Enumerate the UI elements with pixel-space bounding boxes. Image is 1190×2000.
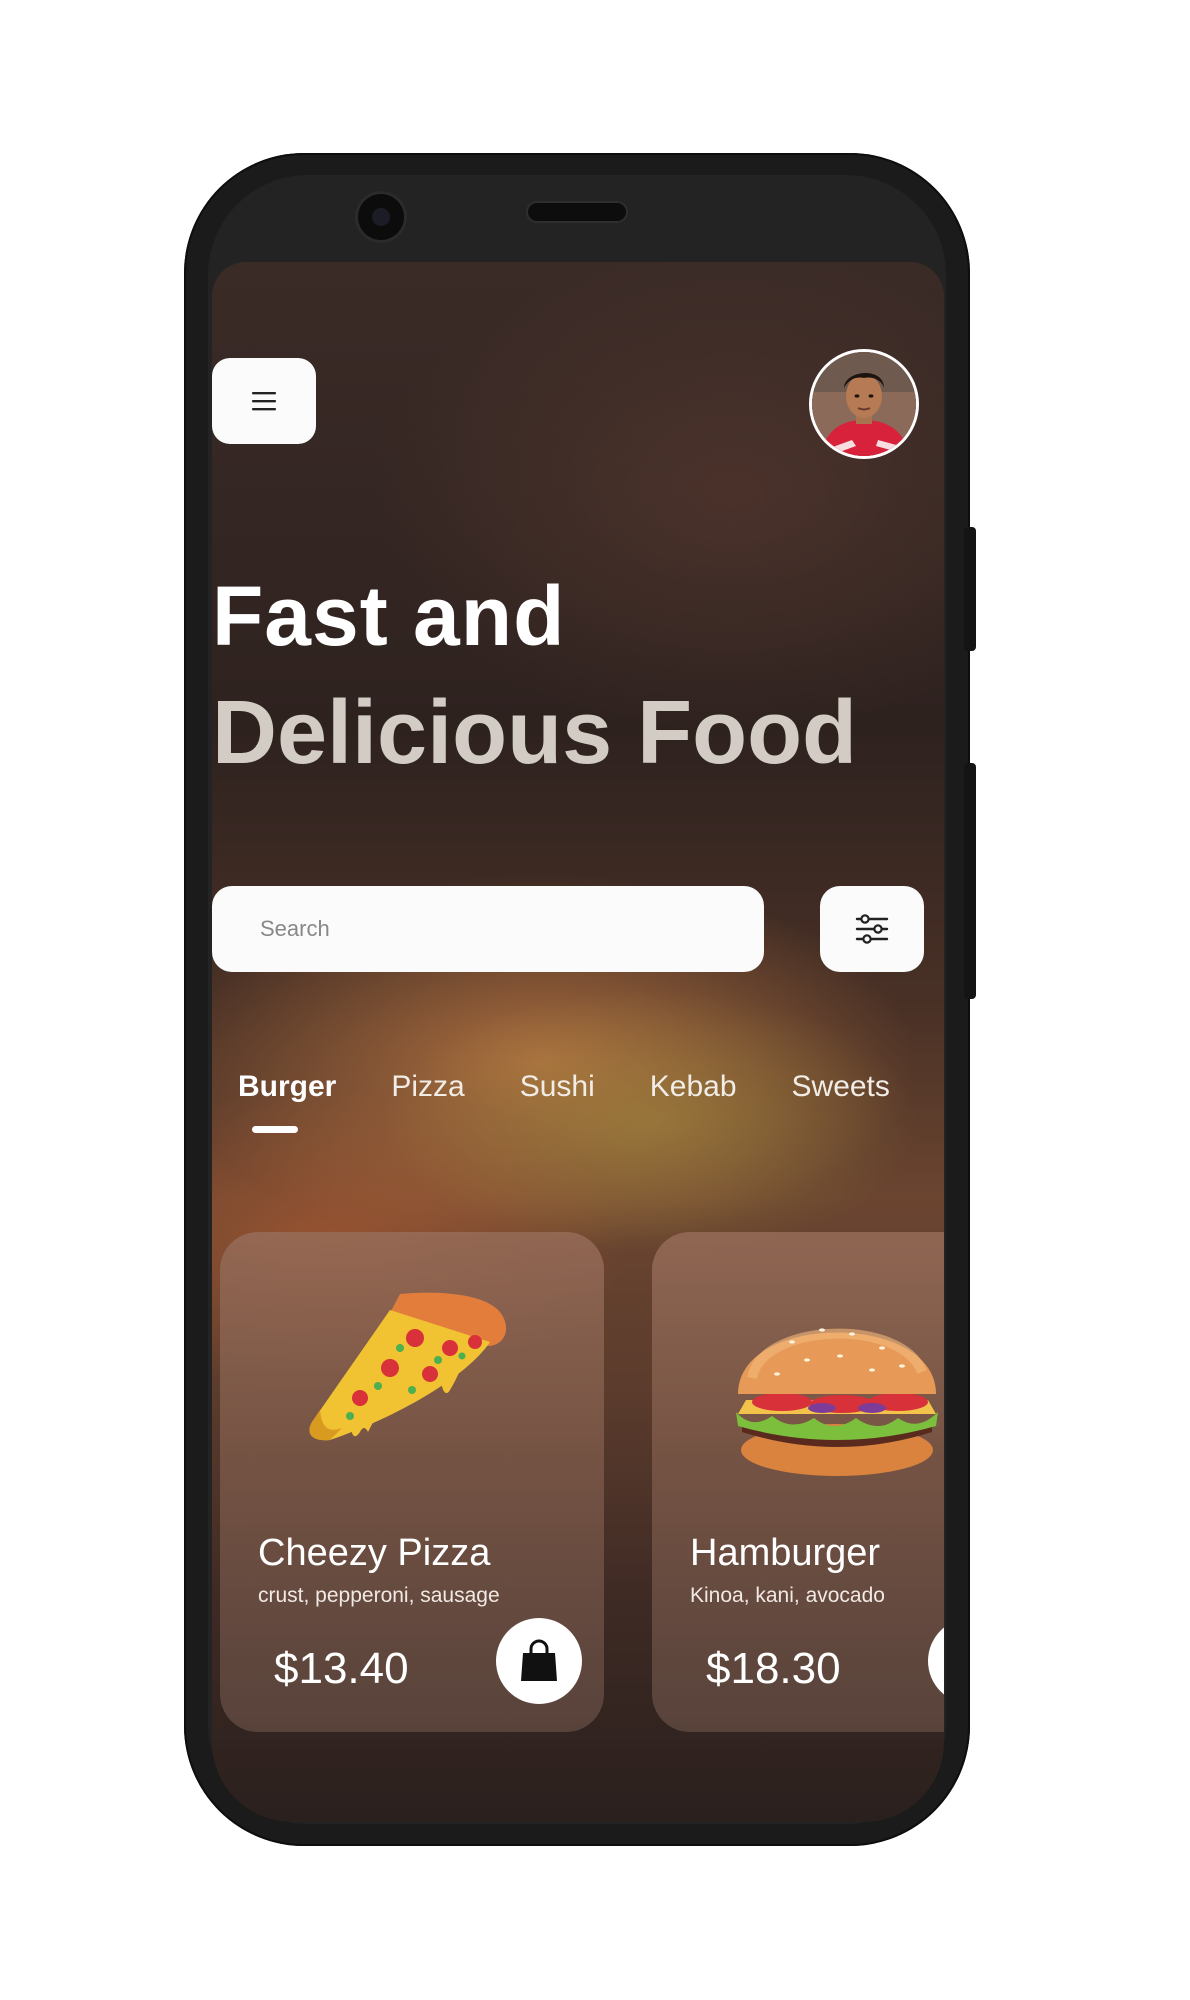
phone-volume-button [964, 527, 976, 651]
product-name: Cheezy Pizza [258, 1532, 491, 1574]
product-description: crust, pepperoni, sausage [258, 1584, 500, 1607]
product-description: Kinoa, kani, avocado [690, 1584, 885, 1607]
app-screen: Fast and Delicious Food Burger Pizza Sus… [212, 262, 944, 1822]
hamburger-food-icon [736, 1328, 938, 1476]
tab-label: Burger [238, 1070, 337, 1103]
active-tab-indicator [252, 1126, 298, 1133]
sliders-filter-icon [855, 914, 889, 944]
tab-burger[interactable]: Burger [238, 1070, 337, 1133]
headline-primary: Fast and [212, 569, 566, 663]
earpiece-speaker [528, 203, 626, 221]
filter-button[interactable] [820, 886, 924, 972]
tab-kebab[interactable]: Kebab [650, 1070, 737, 1104]
add-to-cart-button[interactable] [928, 1618, 944, 1704]
avatar-image [812, 352, 916, 456]
shopping-bag-icon [521, 1639, 557, 1681]
add-to-cart-button[interactable] [496, 1618, 582, 1704]
tab-sushi[interactable]: Sushi [520, 1070, 595, 1104]
menu-button[interactable] [212, 358, 316, 444]
product-name: Hamburger [690, 1532, 881, 1574]
tab-sweets[interactable]: Sweets [792, 1070, 890, 1104]
phone-power-button [964, 763, 976, 999]
tab-pizza[interactable]: Pizza [391, 1070, 464, 1104]
product-card[interactable]: Hamburger Kinoa, kani, avocado $18.30 [652, 1232, 944, 1732]
product-price: $13.40 [274, 1644, 409, 1693]
pizza-slice-icon [309, 1292, 507, 1441]
product-price: $18.30 [706, 1644, 841, 1693]
headline-secondary: Delicious Food [212, 683, 858, 783]
hamburger-menu-icon [252, 392, 276, 411]
user-avatar[interactable] [812, 352, 916, 456]
front-camera [358, 194, 404, 240]
search-input[interactable] [212, 886, 764, 972]
product-card[interactable]: Cheezy Pizza crust, pepperoni, sausage $… [220, 1232, 604, 1732]
category-tabs: Burger Pizza Sushi Kebab Sweets [238, 1070, 944, 1133]
